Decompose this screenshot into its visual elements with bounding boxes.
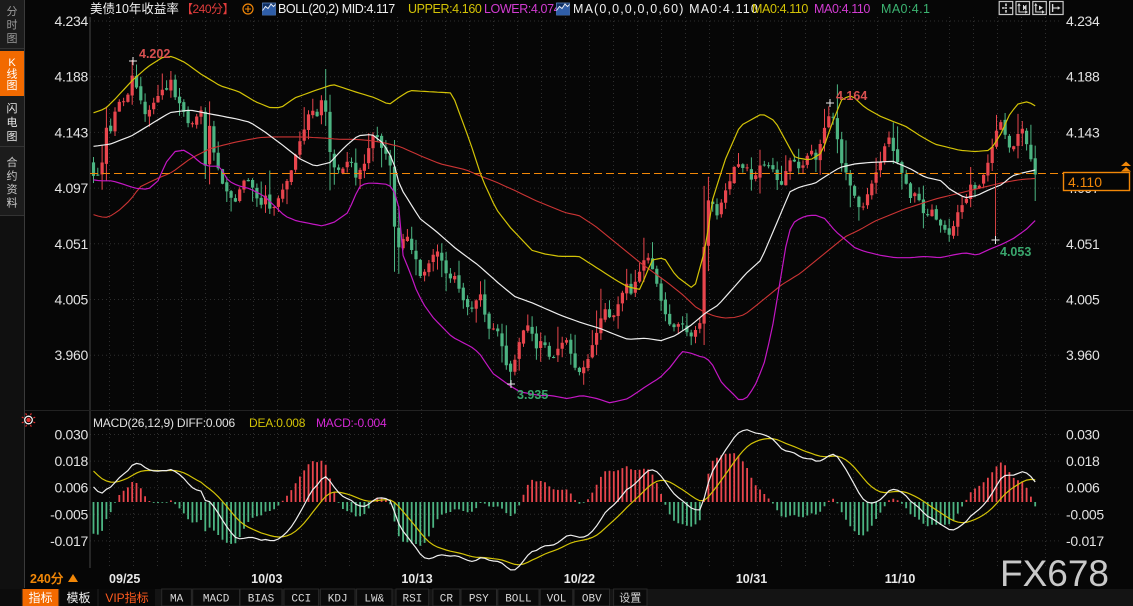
- svg-text:线: 线: [7, 67, 18, 81]
- svg-text:4.143: 4.143: [54, 124, 88, 140]
- svg-text:图: 图: [7, 32, 18, 45]
- svg-text:0.030: 0.030: [1066, 427, 1100, 443]
- svg-text:4.005: 4.005: [1066, 292, 1100, 308]
- svg-text:MA(0,0,0,0,0,60) MA0:4.110: MA(0,0,0,0,0,60) MA0:4.110: [573, 2, 759, 16]
- svg-text:指标: 指标: [28, 590, 52, 605]
- svg-text:图: 图: [7, 130, 18, 143]
- svg-text:3.935: 3.935: [517, 388, 548, 402]
- svg-text:0.006: 0.006: [1066, 480, 1100, 496]
- svg-text:11/10: 11/10: [885, 572, 916, 586]
- svg-text:合: 合: [7, 155, 18, 169]
- svg-text:料: 料: [7, 196, 18, 210]
- svg-text:MACD(26,12,9) DIFF:0.006: MACD(26,12,9) DIFF:0.006: [93, 416, 235, 430]
- svg-text:CCI: CCI: [291, 594, 311, 606]
- svg-text:UPPER:4.160: UPPER:4.160: [408, 2, 482, 16]
- svg-text:模板: 模板: [66, 591, 90, 605]
- svg-text:资: 资: [7, 183, 18, 196]
- svg-text:分: 分: [7, 5, 18, 18]
- svg-text:【240分】: 【240分】: [181, 2, 234, 16]
- svg-text:LOWER:4.074: LOWER:4.074: [484, 2, 561, 16]
- svg-text:设置: 设置: [619, 592, 641, 606]
- svg-text:-0.005: -0.005: [50, 506, 88, 522]
- svg-text:MA0:4.1: MA0:4.1: [881, 2, 930, 16]
- svg-text:MA0:4.110: MA0:4.110: [814, 2, 870, 16]
- svg-text:4.051: 4.051: [54, 236, 88, 252]
- svg-text:MA0:4.110: MA0:4.110: [752, 2, 808, 16]
- svg-text:BIAS: BIAS: [248, 594, 275, 606]
- svg-text:闪: 闪: [7, 101, 18, 115]
- svg-text:0.018: 0.018: [54, 453, 88, 469]
- svg-text:4.164: 4.164: [836, 89, 867, 103]
- svg-text:4.188: 4.188: [1066, 69, 1100, 85]
- svg-text:FX678: FX678: [1000, 553, 1109, 594]
- svg-text:0.006: 0.006: [54, 480, 88, 496]
- svg-text:10/03: 10/03: [251, 572, 282, 586]
- svg-text:BOLL(20,2) MID:4.117: BOLL(20,2) MID:4.117: [278, 2, 395, 16]
- svg-text:3.960: 3.960: [54, 347, 88, 363]
- svg-text:VOL: VOL: [547, 594, 567, 606]
- svg-text:BOLL: BOLL: [505, 594, 531, 606]
- svg-text:VIP指标: VIP指标: [105, 590, 148, 605]
- svg-text:10/22: 10/22: [564, 572, 595, 586]
- svg-text:MACD:-0.004: MACD:-0.004: [316, 416, 387, 430]
- svg-text:240分: 240分: [30, 571, 64, 586]
- svg-text:4.143: 4.143: [1066, 124, 1100, 140]
- svg-text:4.202: 4.202: [139, 47, 170, 61]
- svg-text:美债10年收益率: 美债10年收益率: [90, 1, 179, 16]
- svg-text:-0.005: -0.005: [1066, 506, 1104, 522]
- svg-text:OBV: OBV: [582, 594, 602, 606]
- svg-text:0.030: 0.030: [54, 427, 88, 443]
- svg-text:KDJ: KDJ: [328, 594, 348, 606]
- svg-text:RSI: RSI: [402, 594, 422, 606]
- svg-text:10/31: 10/31: [736, 572, 767, 586]
- svg-text:0.018: 0.018: [1066, 453, 1100, 469]
- svg-text:约: 约: [7, 170, 18, 183]
- svg-text:LW&: LW&: [364, 594, 384, 606]
- svg-text:DEA:0.008: DEA:0.008: [249, 416, 306, 430]
- svg-text:MA: MA: [170, 594, 184, 606]
- svg-text:PSY: PSY: [469, 594, 489, 606]
- svg-text:MACD: MACD: [203, 594, 230, 606]
- svg-text:10/13: 10/13: [401, 572, 432, 586]
- svg-text:4.051: 4.051: [1066, 236, 1100, 252]
- svg-text:4.005: 4.005: [54, 292, 88, 308]
- svg-text:时: 时: [7, 19, 18, 32]
- svg-text:4.097: 4.097: [54, 180, 88, 196]
- svg-text:-0.017: -0.017: [50, 533, 88, 549]
- svg-text:CR: CR: [440, 594, 454, 606]
- svg-text:4.110: 4.110: [1068, 174, 1102, 190]
- svg-text:4.234: 4.234: [1066, 13, 1100, 29]
- svg-text:-0.017: -0.017: [1066, 533, 1104, 549]
- svg-text:K: K: [8, 57, 16, 69]
- svg-text:图: 图: [7, 79, 18, 92]
- svg-text:4.234: 4.234: [54, 13, 88, 29]
- svg-text:电: 电: [7, 116, 18, 129]
- svg-text:09/25: 09/25: [109, 572, 140, 586]
- svg-text:3.960: 3.960: [1066, 347, 1100, 363]
- svg-text:4.053: 4.053: [1000, 245, 1031, 259]
- svg-text:4.188: 4.188: [54, 69, 88, 85]
